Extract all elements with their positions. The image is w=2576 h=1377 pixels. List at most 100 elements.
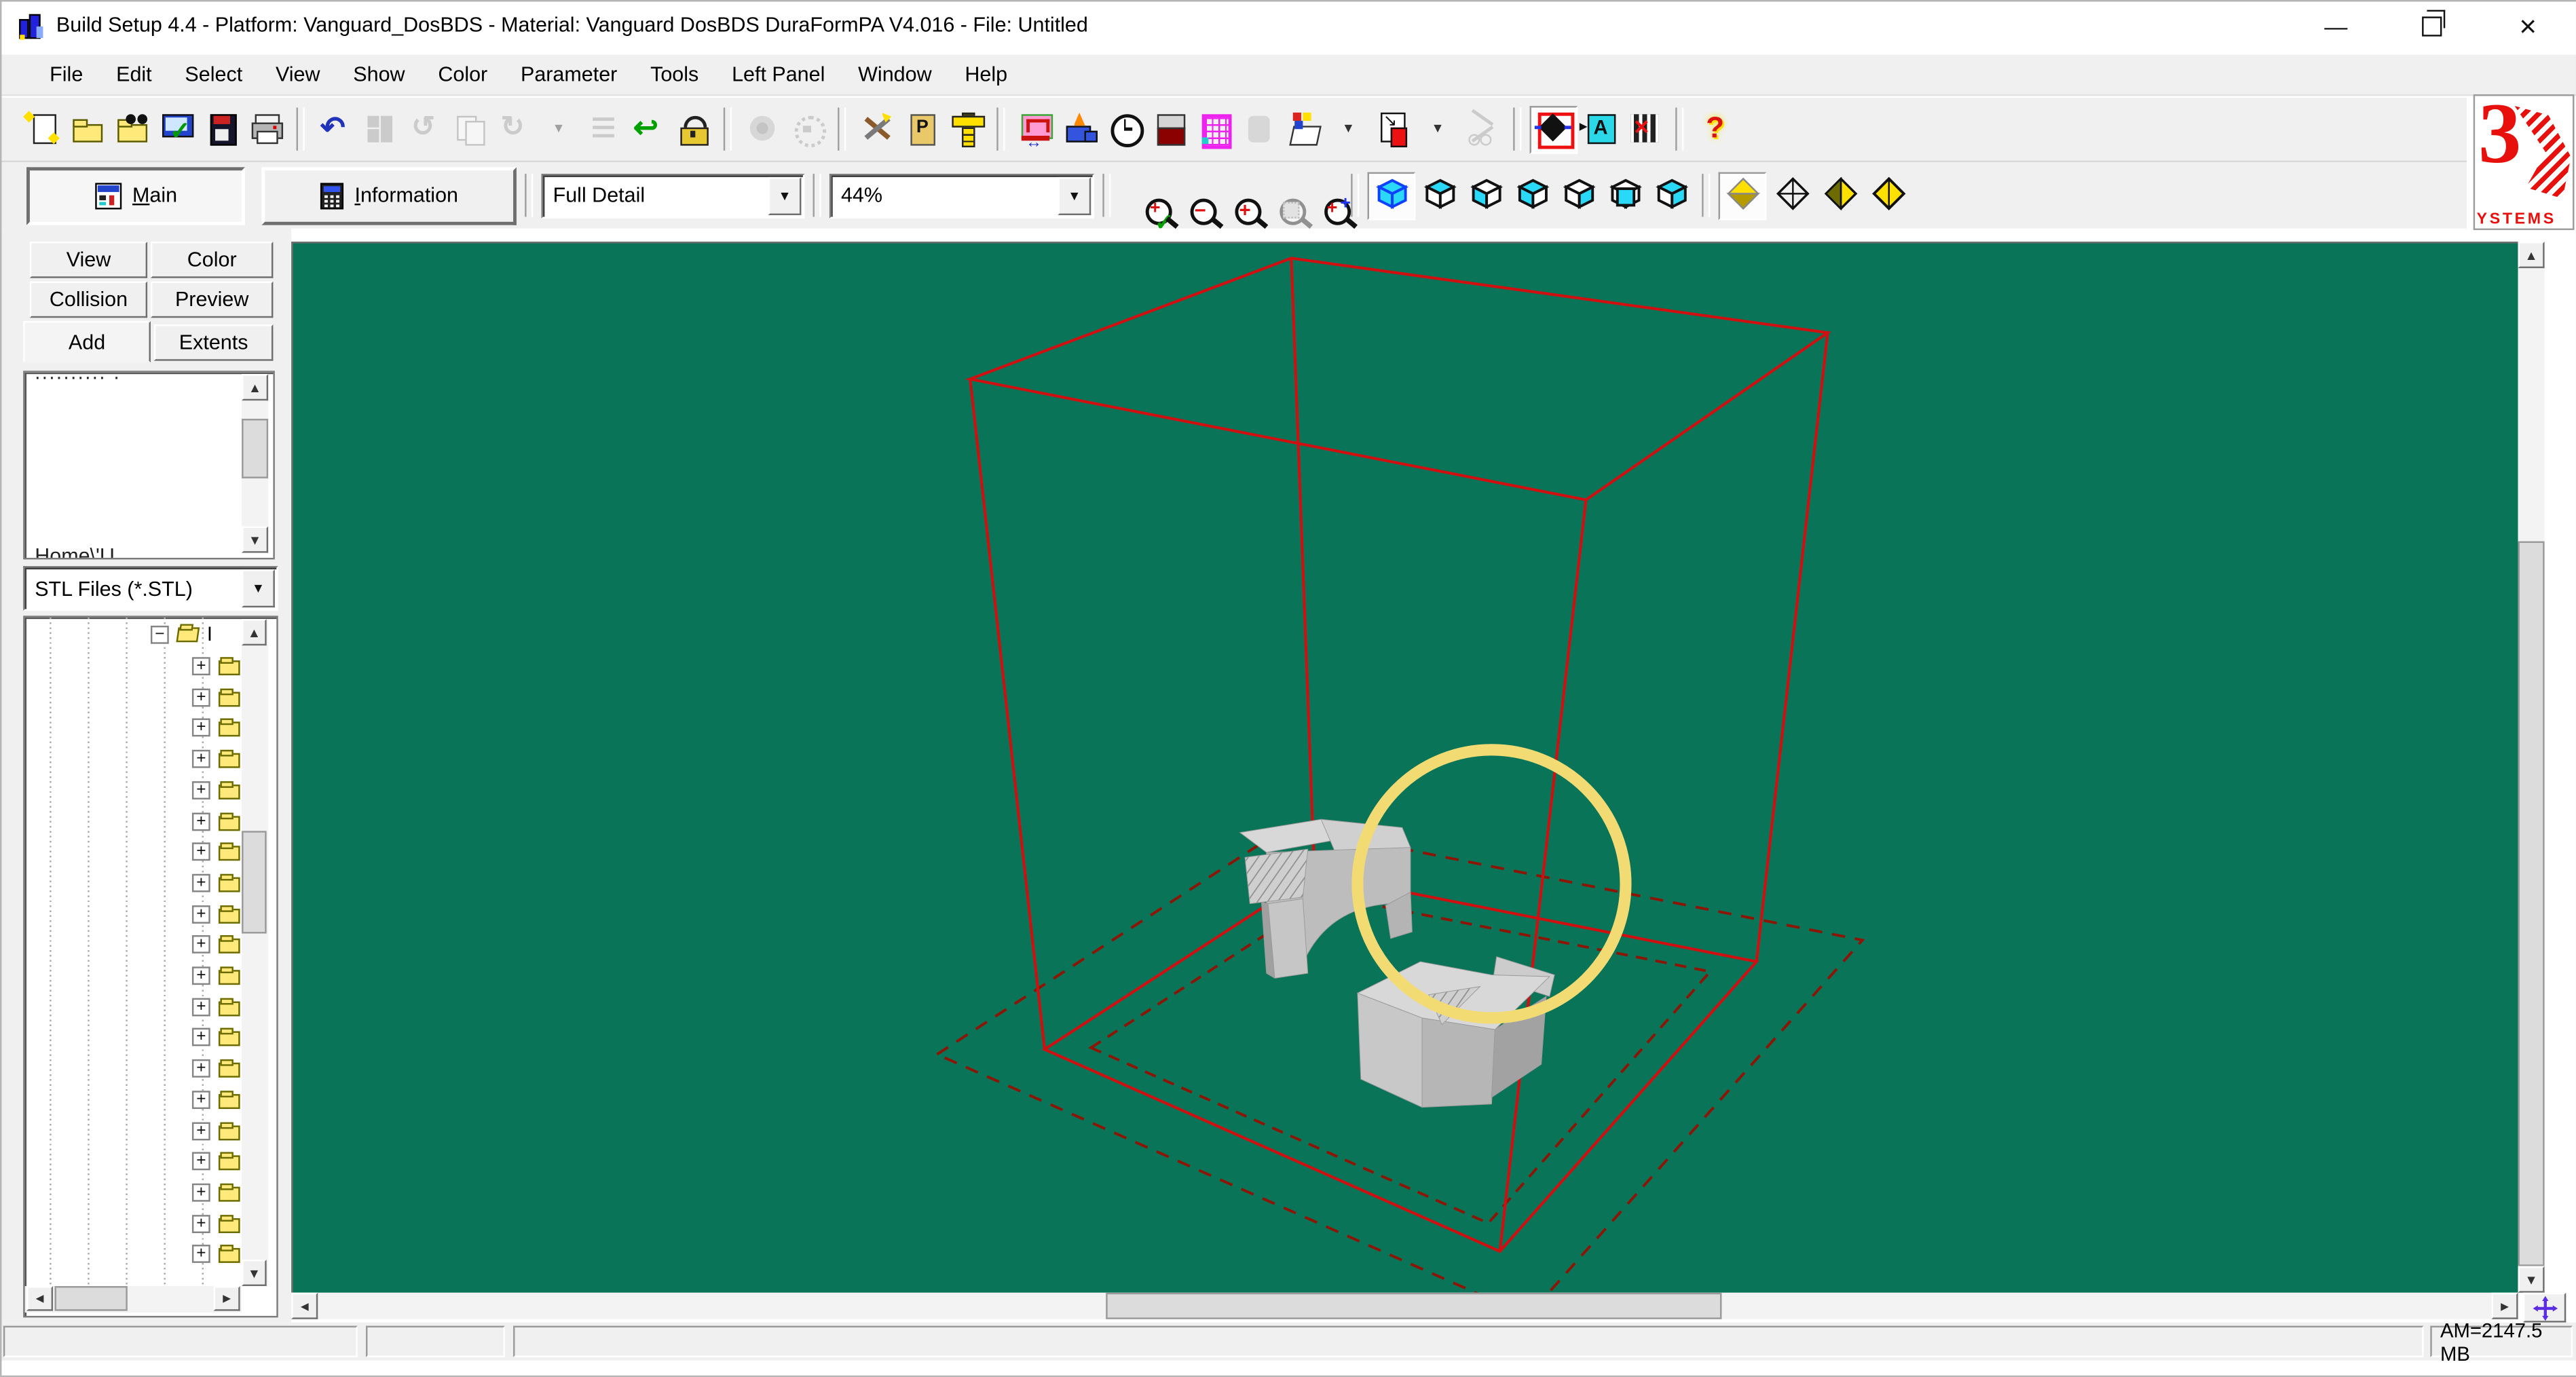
slice-film-button[interactable]: ✕ (1622, 107, 1667, 151)
menu-color[interactable]: Color (422, 58, 504, 91)
tree-expand-icon[interactable]: + (191, 812, 210, 831)
main-panel-button[interactable]: Main (26, 166, 245, 225)
zoom-fit-button[interactable]: + ✓ (1119, 173, 1174, 233)
revert-button[interactable]: ↩ (626, 107, 671, 151)
file-type-combo[interactable]: STL Files (*.STL) ▼ (23, 566, 278, 611)
menu-view[interactable]: View (259, 58, 337, 91)
menu-select[interactable]: Select (168, 58, 259, 91)
part-model-left[interactable] (1239, 818, 1413, 979)
information-panel-button[interactable]: Information (261, 166, 517, 225)
file-list-item-clipped[interactable]: Home\'U (35, 544, 115, 558)
file-list-box[interactable]: .......... . Home\'U ▲ ▼ (23, 371, 275, 560)
shade-flat-button[interactable] (1866, 173, 1911, 218)
chevron-down-icon[interactable]: ▼ (768, 176, 802, 214)
dropdown-button[interactable]: ▼ (1415, 107, 1460, 151)
build-clock-button[interactable] (1102, 107, 1147, 151)
save-button[interactable] (199, 107, 244, 151)
file-list-item-clipped[interactable]: .......... . (35, 373, 121, 384)
measure-button[interactable] (944, 107, 988, 151)
scroll-up-icon[interactable]: ▲ (2518, 242, 2545, 269)
tree-horizontal-scrollbar[interactable]: ◄ ► (24, 1286, 242, 1313)
detail-level-combo[interactable]: Full Detail ▼ (541, 172, 805, 218)
scroll-right-icon[interactable]: ► (2491, 1292, 2518, 1319)
scroll-down-icon[interactable]: ▼ (242, 526, 269, 553)
part-model-right[interactable] (1356, 956, 1555, 1108)
menu-help[interactable]: Help (948, 58, 1024, 91)
parameters-button[interactable]: P (899, 107, 944, 151)
restore-button[interactable] (2394, 0, 2470, 52)
show-extents-button[interactable] (1529, 105, 1578, 153)
tab-view[interactable]: View (29, 242, 148, 278)
view-back-button[interactable] (1649, 173, 1694, 218)
export-part-button[interactable]: ↘ (1370, 107, 1415, 151)
menu-file[interactable]: File (33, 58, 100, 91)
tree-expand-icon[interactable]: + (191, 1245, 210, 1264)
tree-expand-icon[interactable]: + (191, 873, 210, 892)
close-button[interactable]: × (2490, 0, 2566, 52)
tree-vertical-scrollbar[interactable]: ▲ ▼ (242, 619, 269, 1287)
build-viewport[interactable] (291, 242, 2518, 1318)
tree-expand-icon[interactable]: + (191, 657, 210, 676)
open-file-button[interactable] (64, 107, 109, 151)
scroll-right-icon[interactable]: ► (213, 1286, 240, 1311)
shade-wireframe-button[interactable] (1770, 173, 1814, 218)
shade-shaded-button[interactable] (1718, 171, 1767, 220)
tree-collapse-icon[interactable]: − (150, 625, 169, 644)
save-verify-button[interactable]: ✓ (154, 107, 199, 151)
zoom-in-button[interactable]: + (1208, 173, 1253, 220)
tree-expand-icon[interactable]: + (191, 1121, 210, 1140)
print-button[interactable] (244, 107, 288, 151)
tree-expand-icon[interactable]: + (191, 780, 210, 799)
scroll-up-icon[interactable]: ▲ (242, 619, 267, 646)
scroll-up-icon[interactable]: ▲ (242, 374, 269, 401)
scroll-down-icon[interactable]: ▼ (2518, 1266, 2545, 1293)
file-tree[interactable]: − I + + + + + + + + + + + + + + + + + + + + ▲ ▼ ◄ ► (23, 616, 278, 1318)
tree-expand-icon[interactable]: + (191, 997, 210, 1016)
menu-window[interactable]: Window (842, 58, 948, 91)
tree-expand-icon[interactable]: + (191, 719, 210, 738)
scrollbar-thumb[interactable] (242, 831, 267, 934)
open-build-button[interactable] (109, 107, 154, 151)
view-bottom-button[interactable] (1463, 173, 1508, 218)
menu-show[interactable]: Show (337, 58, 422, 91)
viewport-horizontal-scrollbar[interactable]: ◄ ► (291, 1292, 2518, 1319)
tab-add[interactable]: Add (23, 321, 151, 363)
file-list-scrollbar[interactable]: ▲ ▼ (242, 374, 269, 553)
zoom-dynamic-button[interactable]: + + (1298, 173, 1351, 218)
build-truck-button[interactable] (1058, 107, 1102, 151)
shade-hidden-line-button[interactable] (1818, 173, 1863, 218)
zoom-percent-combo[interactable]: 44% ▼ (829, 172, 1095, 218)
auto-accuracy-button[interactable]: A ► (1577, 107, 1622, 151)
tree-expand-icon[interactable]: + (191, 905, 210, 923)
view-isometric-button[interactable] (1367, 171, 1416, 220)
scrollbar-thumb[interactable] (1106, 1292, 1722, 1319)
tree-expand-icon[interactable]: + (191, 687, 210, 706)
chevron-down-icon[interactable]: ▼ (1058, 176, 1091, 214)
view-left-button[interactable] (1510, 173, 1554, 218)
minimize-button[interactable]: — (2298, 0, 2374, 52)
viewport-vertical-scrollbar[interactable]: ▲ ▼ (2518, 242, 2545, 1293)
view-front-button[interactable] (1603, 173, 1647, 218)
fill-bucket-button[interactable] (1147, 107, 1192, 151)
chevron-down-icon[interactable]: ▼ (242, 569, 275, 608)
new-file-button[interactable] (20, 107, 64, 151)
tree-expand-icon[interactable]: + (191, 966, 210, 985)
scrollbar-thumb[interactable] (54, 1286, 128, 1311)
tree-expand-icon[interactable]: + (191, 1090, 210, 1109)
scroll-left-icon[interactable]: ◄ (26, 1286, 54, 1311)
tab-collision[interactable]: Collision (29, 281, 148, 318)
menu-parameter[interactable]: Parameter (504, 58, 634, 91)
tools-button[interactable] (854, 107, 899, 151)
tree-expand-icon[interactable]: + (191, 750, 210, 768)
palette-button[interactable] (1282, 107, 1326, 151)
scroll-left-icon[interactable]: ◄ (291, 1292, 318, 1319)
zoom-out-button[interactable]: − (1164, 173, 1209, 220)
tree-expand-icon[interactable]: + (191, 1183, 210, 1202)
scrollbar-thumb[interactable] (2518, 541, 2545, 1266)
scroll-down-icon[interactable]: ▼ (242, 1260, 267, 1287)
menu-left-panel[interactable]: Left Panel (715, 58, 842, 91)
tab-preview[interactable]: Preview (150, 281, 274, 318)
undo-button[interactable]: ↶ (313, 107, 358, 151)
tab-color[interactable]: Color (150, 242, 274, 278)
tree-expand-icon[interactable]: + (191, 1059, 210, 1078)
